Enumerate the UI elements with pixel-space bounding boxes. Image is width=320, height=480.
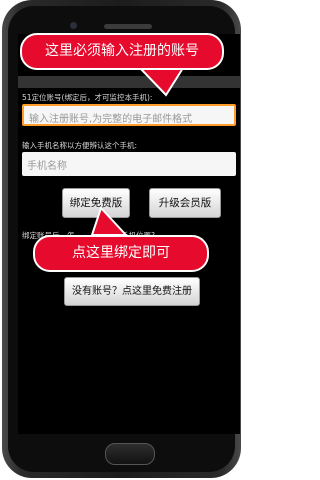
annotation-callout-middle: 点这里绑定即可: [33, 235, 209, 272]
annotation-top-text: 这里必须输入注册的账号: [45, 43, 199, 59]
annotation-middle-text: 点这里绑定即可: [72, 245, 170, 261]
annotation-callout-top: 这里必须输入注册的账号: [20, 33, 224, 70]
